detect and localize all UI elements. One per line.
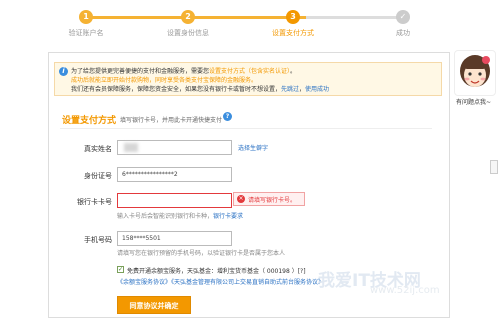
- id-number-input[interactable]: 6****************2: [117, 167, 232, 182]
- notice-text-end: 。: [290, 68, 297, 75]
- rare-char-link[interactable]: 选择生僻字: [238, 143, 268, 152]
- step-3-badge: 3: [286, 10, 300, 24]
- notice-emphasis: 设置支付方式（包含实名认证）: [209, 68, 291, 75]
- notice-line-3: 我们还有会员保障服务，保障您资金安全，如果您没有银行卡或暂时不想设置，先跳过，使…: [71, 84, 329, 93]
- step-2-badge: 2: [181, 10, 195, 24]
- agree-text: 免费开通余额宝服务，天弘基金：增利宝货币基金（ 000198 ）[?]: [127, 268, 306, 275]
- step-2-label: 设置身份信息: [167, 29, 209, 37]
- id-number-label: 身份证号: [84, 172, 112, 180]
- phone-hint: 请填写您在银行预留的手机号码，以验证银行卡是否属于您本人: [117, 250, 286, 257]
- notice-text: 为了给您提供更完善便捷的支付和金融服务，需要您: [71, 68, 210, 75]
- phone-label: 手机号码: [84, 236, 112, 244]
- error-x-icon: ×: [237, 195, 245, 203]
- agree-submit-button[interactable]: 同意协议并确定: [117, 296, 191, 314]
- phone-input[interactable]: 158****5501: [117, 231, 232, 246]
- help-question-icon[interactable]: ?: [223, 112, 232, 121]
- use-success-link[interactable]: 使用成功: [305, 86, 329, 93]
- card-hint-text: 输入卡号后会智能识别银行和卡种，: [117, 213, 214, 220]
- step-1-badge: 1: [79, 10, 93, 24]
- step-1-label: 验证账户名: [68, 29, 104, 37]
- info-icon: i: [59, 67, 68, 76]
- notice-box: i 为了给您提供更完善便捷的支付和金融服务，需要您设置支付方式（包含实名认证）。…: [54, 62, 442, 96]
- watermark-url: www.52ij.com: [370, 285, 440, 296]
- help-widget[interactable]: 有问题点我~: [452, 48, 496, 108]
- section-title: 设置支付方式: [62, 116, 117, 126]
- notice-line-1: 为了给您提供更完善便捷的支付和金融服务，需要您设置支付方式（包含实名认证）。: [71, 66, 296, 75]
- real-name-label: 真实姓名: [84, 145, 112, 153]
- helper-avatar-icon[interactable]: [454, 50, 496, 96]
- progress-steps: 1 验证账户名 2 设置身份信息 3 设置支付方式 ✓ 成功: [0, 0, 500, 48]
- step-4-check-icon: ✓: [396, 10, 410, 24]
- notice-line-2: 成功后就能立即开始付款购物，同时享受各类支付宝保障的金融服务。: [71, 77, 258, 84]
- progress-line-pending: [306, 16, 402, 19]
- real-name-blurred-value: [124, 143, 138, 152]
- bank-card-input[interactable]: [117, 193, 232, 208]
- card-error-tip: × 请填写银行卡号。: [233, 192, 305, 206]
- card-requirements-link[interactable]: 银行卡要求: [213, 213, 243, 220]
- notice-text: 我们还有会员保障服务，保障您资金安全，如果您没有银行卡或暂时不想设置，: [71, 86, 282, 93]
- card-hint: 输入卡号后会智能识别银行和卡种，银行卡要求: [117, 211, 243, 220]
- section-hint: 填写银行卡号，并用此卡开通快捷支付: [120, 117, 223, 124]
- agree-checkbox[interactable]: ✓: [117, 266, 124, 273]
- bank-card-label: 银行卡卡号: [77, 198, 112, 206]
- step-3-label: 设置支付方式: [272, 29, 314, 37]
- step-4-label: 成功: [396, 29, 410, 37]
- side-collapse-handle[interactable]: [490, 160, 498, 174]
- skip-link[interactable]: 先跳过: [281, 86, 299, 93]
- section-divider: [60, 128, 432, 129]
- card-error-text: 请填写银行卡号。: [248, 197, 297, 204]
- agreement-links[interactable]: 《余额宝服务协议》《天弘基金管理有限公司上交易直销自助式前台服务协议》: [117, 277, 324, 286]
- help-widget-label[interactable]: 有问题点我~: [456, 97, 491, 106]
